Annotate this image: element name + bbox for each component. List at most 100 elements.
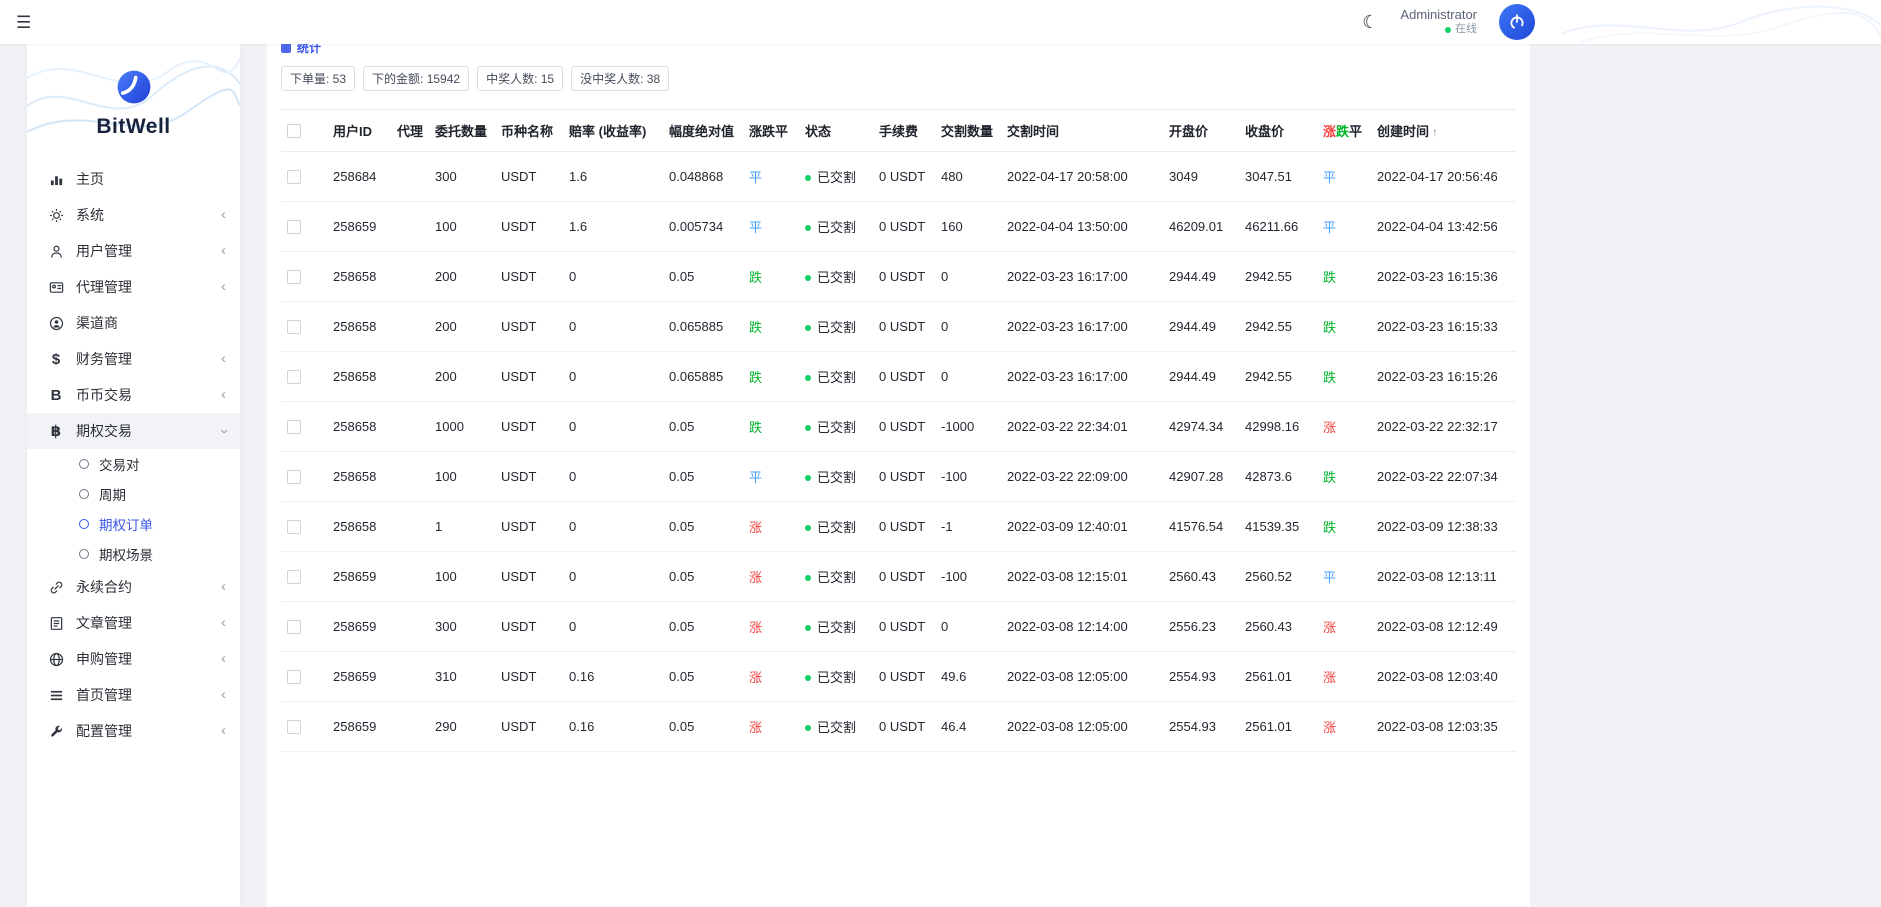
sidebar-subitem-0[interactable]: 交易对: [27, 449, 240, 479]
cell-range: 0.005734: [663, 202, 743, 252]
cell-settle-time: 2022-03-22 22:09:00: [1001, 452, 1163, 502]
status-dot-icon: [805, 275, 811, 281]
row-checkbox[interactable]: [287, 220, 301, 234]
sidebar-item-label: 期权交易: [76, 421, 210, 441]
dark-mode-moon-icon[interactable]: ☾: [1362, 12, 1378, 33]
cell-fee: 0 USDT: [873, 702, 935, 752]
row-checkbox[interactable]: [287, 670, 301, 684]
sidebar-item-8[interactable]: 永续合约‹: [27, 569, 240, 605]
chevron-icon: ‹: [221, 279, 226, 294]
row-checkbox[interactable]: [287, 320, 301, 334]
table-row: 258658200USDT00.05跌已交割0 USDT02022-03-23 …: [281, 252, 1516, 302]
orders-table: 用户ID代理委托数量币种名称赔率 (收益率)幅度绝对值涨跌平状态手续费交割数量交…: [281, 109, 1516, 752]
stat-pill-2: 中奖人数: 15: [477, 66, 563, 91]
cell-odds: 1.6: [563, 152, 663, 202]
status-dot-icon: [805, 625, 811, 631]
column-header-7: 状态: [799, 110, 873, 152]
cell-result: 跌: [1317, 252, 1371, 302]
sidebar-item-6[interactable]: B币币交易‹: [27, 377, 240, 413]
cell-fee: 0 USDT: [873, 552, 935, 602]
cell-coin: USDT: [495, 452, 563, 502]
cell-amount: 100: [429, 552, 495, 602]
id-card-icon: [47, 280, 65, 295]
row-checkbox[interactable]: [287, 270, 301, 284]
sidebar-item-10[interactable]: 申购管理‹: [27, 641, 240, 677]
chevron-icon: ‹: [216, 429, 231, 434]
cell-checkbox: [281, 352, 327, 402]
sidebar-item-1[interactable]: 系统‹: [27, 197, 240, 233]
cell-settle-time: 2022-03-23 16:17:00: [1001, 352, 1163, 402]
column-header-11: 开盘价: [1163, 110, 1239, 152]
cell-close-price: 2560.43: [1239, 602, 1317, 652]
cell-agent: [391, 552, 429, 602]
row-checkbox[interactable]: [287, 470, 301, 484]
cell-result: 跌: [1317, 352, 1371, 402]
cell-status: 已交割: [799, 252, 873, 302]
cell-odds: 0: [563, 252, 663, 302]
cell-user-id: 258659: [327, 602, 391, 652]
cell-fee: 0 USDT: [873, 302, 935, 352]
sidebar-subitem-2[interactable]: 期权订单: [27, 509, 240, 539]
sidebar-item-9[interactable]: 文章管理‹: [27, 605, 240, 641]
cell-direction: 跌: [743, 302, 799, 352]
sidebar: BitWell 主页系统‹用户管理‹代理管理‹渠道商$财务管理‹B币币交易‹฿期…: [27, 44, 240, 907]
cell-odds: 1.6: [563, 202, 663, 252]
chart-icon: [47, 172, 65, 187]
cell-close-price: 46211.66: [1239, 202, 1317, 252]
column-header-4: 赔率 (收益率): [563, 110, 663, 152]
cell-user-id: 258658: [327, 402, 391, 452]
sidebar-subitem-3[interactable]: 期权场景: [27, 539, 240, 569]
cell-status: 已交割: [799, 152, 873, 202]
status-dot-icon: [805, 225, 811, 231]
row-checkbox[interactable]: [287, 170, 301, 184]
cell-fee: 0 USDT: [873, 602, 935, 652]
table-row: 258659310USDT0.160.05涨已交割0 USDT49.62022-…: [281, 652, 1516, 702]
user-block[interactable]: Administrator 在线: [1400, 7, 1477, 37]
row-checkbox[interactable]: [287, 620, 301, 634]
logout-avatar-button[interactable]: [1499, 4, 1535, 40]
cell-coin: USDT: [495, 552, 563, 602]
cell-odds: 0: [563, 302, 663, 352]
row-checkbox[interactable]: [287, 420, 301, 434]
sidebar-item-7[interactable]: ฿期权交易‹: [27, 413, 240, 449]
cell-open-price: 2554.93: [1163, 702, 1239, 752]
cell-created-at: 2022-03-23 16:15:36: [1371, 252, 1516, 302]
sidebar-item-12[interactable]: 配置管理‹: [27, 713, 240, 749]
cell-coin: USDT: [495, 702, 563, 752]
sidebar-item-0[interactable]: 主页: [27, 161, 240, 197]
column-header-14[interactable]: 创建时间↑: [1371, 110, 1516, 152]
cell-settle-qty: 160: [935, 202, 1001, 252]
cell-user-id: 258658: [327, 252, 391, 302]
cell-range: 0.05: [663, 252, 743, 302]
users-icon: [47, 244, 65, 259]
row-checkbox[interactable]: [287, 520, 301, 534]
cell-checkbox: [281, 152, 327, 202]
cell-amount: 200: [429, 302, 495, 352]
sidebar-item-11[interactable]: 首页管理‹: [27, 677, 240, 713]
orders-tbody: 258684300USDT1.60.048868平已交割0 USDT480202…: [281, 152, 1516, 752]
cell-agent: [391, 502, 429, 552]
status-dot-icon: [805, 375, 811, 381]
row-checkbox[interactable]: [287, 720, 301, 734]
hamburger-menu-icon[interactable]: ☰: [16, 14, 31, 31]
cell-direction: 跌: [743, 402, 799, 452]
chevron-icon: ‹: [221, 687, 226, 702]
sidebar-item-4[interactable]: 渠道商: [27, 305, 240, 341]
sidebar-item-5[interactable]: $财务管理‹: [27, 341, 240, 377]
cell-amount: 300: [429, 152, 495, 202]
sidebar-item-3[interactable]: 代理管理‹: [27, 269, 240, 305]
select-all-checkbox[interactable]: [287, 124, 301, 138]
sidebar-item-2[interactable]: 用户管理‹: [27, 233, 240, 269]
sidebar-subitem-1[interactable]: 周期: [27, 479, 240, 509]
row-checkbox[interactable]: [287, 570, 301, 584]
cell-direction: 涨: [743, 502, 799, 552]
table-row: 258659300USDT00.05涨已交割0 USDT02022-03-08 …: [281, 602, 1516, 652]
cell-settle-time: 2022-03-09 12:40:01: [1001, 502, 1163, 552]
cell-range: 0.05: [663, 602, 743, 652]
cell-fee: 0 USDT: [873, 452, 935, 502]
cell-status: 已交割: [799, 502, 873, 552]
cell-settle-qty: -100: [935, 552, 1001, 602]
cell-settle-qty: 480: [935, 152, 1001, 202]
row-checkbox[interactable]: [287, 370, 301, 384]
power-icon: [1508, 13, 1526, 31]
